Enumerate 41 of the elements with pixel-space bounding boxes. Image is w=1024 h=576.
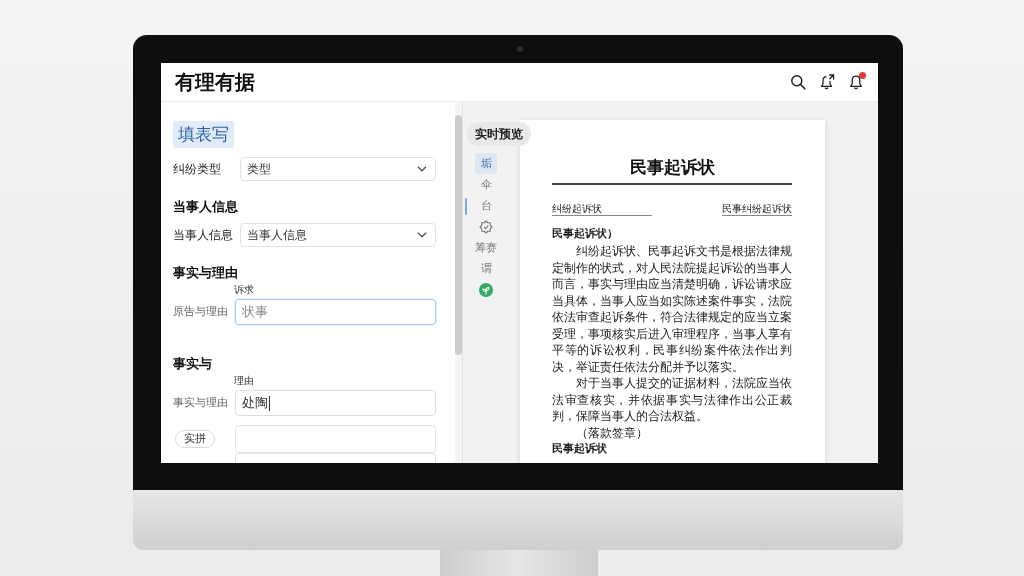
document-field: 纠纷起诉状 xyxy=(552,202,652,216)
rail-item[interactable]: 垢 xyxy=(475,153,497,174)
field-label: 纠纷类型 xyxy=(173,160,222,178)
field-label: 原告与理由 xyxy=(173,305,229,319)
text-area-field[interactable] xyxy=(235,453,436,463)
field-caption: 诉求 xyxy=(234,285,254,295)
sprout-icon[interactable] xyxy=(479,282,493,297)
document-paragraph: 纠纷起诉状、民事起诉文书是根据法律规定制作的状式，对人民法院提起诉讼的当事人而言，事实与理由应当清楚明确，诉讼请求应当具体，当事人应当如实陈述案件事实，法院依法审查起诉条件，符合法律规定的应当立案受理，事项核实后进入审理程序，当事人享有平等的诉讼权利，民事纠纷案件依法作出判决，举证责任依法分配并予以落实。 xyxy=(552,243,792,375)
mode-tab[interactable]: 填表写 xyxy=(173,121,234,148)
section-heading: 当事人信息 xyxy=(173,199,238,215)
rail-item[interactable]: 筹赛 xyxy=(475,237,497,258)
document-title: 民事起诉状 xyxy=(628,157,716,177)
rail-item[interactable]: 谓 xyxy=(475,258,497,279)
rail-item[interactable]: 台 xyxy=(475,195,497,216)
field-label: 事实与理由 xyxy=(173,396,229,410)
chip-button[interactable]: 实拼 xyxy=(175,430,215,448)
chevron-down-icon xyxy=(417,166,427,172)
section-heading: 事实与 xyxy=(173,356,212,372)
field-caption: 理由 xyxy=(234,376,254,386)
field-label: 当事人信息 xyxy=(173,226,234,244)
document-field: 民事纠纷起诉状 xyxy=(722,202,792,216)
input-field[interactable]: 处陶 xyxy=(235,390,436,416)
text-area-field[interactable] xyxy=(235,425,436,453)
bell-arrow-icon[interactable] xyxy=(819,74,835,90)
section-heading: 事实与理由 xyxy=(173,265,238,281)
input-field[interactable]: 状事 xyxy=(235,299,436,325)
select-field[interactable]: 类型 xyxy=(240,157,436,181)
rail-scrollbar-thumb xyxy=(465,198,467,215)
search-icon[interactable] xyxy=(790,74,806,90)
document-heading: 民事起诉状 xyxy=(552,441,608,457)
chevron-down-icon xyxy=(417,232,427,238)
bell-icon[interactable] xyxy=(848,74,864,90)
webcam-icon xyxy=(517,46,523,52)
document-closing: （落款签章） xyxy=(575,424,649,441)
rail-item[interactable]: 伞 xyxy=(475,174,497,195)
app-title: 有理有据 xyxy=(175,70,255,94)
select-field[interactable]: 当事人信息 xyxy=(240,223,436,247)
rosette-icon[interactable] xyxy=(479,219,493,234)
document-heading: 民事起诉状） xyxy=(552,226,619,240)
document-paragraph: 对于当事人提交的证据材料，法院应当依法审查核实，并依据事实与法律作出公正裁判，保障当事人的合法权益。 xyxy=(552,375,792,425)
preview-label: 实时预览 xyxy=(467,122,531,146)
